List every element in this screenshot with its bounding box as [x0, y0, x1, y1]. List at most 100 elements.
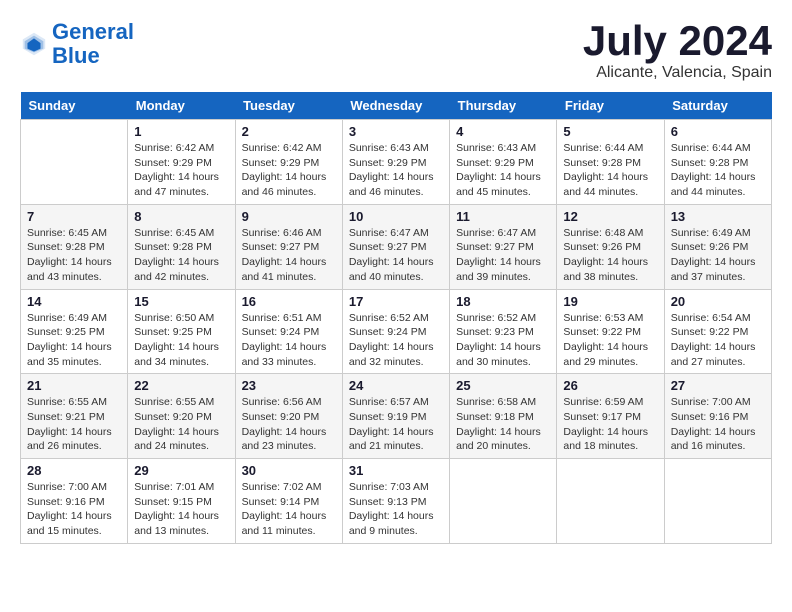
- weekday-header-friday: Friday: [557, 92, 664, 120]
- calendar-cell: 26 Sunrise: 6:59 AMSunset: 9:17 PMDayligh…: [557, 374, 664, 459]
- day-info: Sunrise: 6:56 AMSunset: 9:20 PMDaylight:…: [242, 395, 336, 454]
- calendar-cell: 12Sunrise: 6:48 AMSunset: 9:26 PMDayligh…: [557, 204, 664, 289]
- calendar-week-2: 7 Sunrise: 6:45 AMSunset: 9:28 PMDaylight…: [21, 204, 772, 289]
- day-info: Sunrise: 6:47 AMSunset: 9:27 PMDaylight:…: [456, 226, 550, 285]
- logo-icon: [20, 30, 48, 58]
- weekday-header-wednesday: Wednesday: [342, 92, 449, 120]
- calendar-table: SundayMondayTuesdayWednesdayThursdayFrid…: [20, 92, 772, 544]
- day-number: 2: [242, 124, 336, 139]
- day-number: 29: [134, 463, 228, 478]
- day-info: Sunrise: 6:45 AMSunset: 9:28 PMDaylight:…: [27, 226, 121, 285]
- day-number: 10: [349, 209, 443, 224]
- day-number: 6: [671, 124, 765, 139]
- day-info: Sunrise: 6:55 AMSunset: 9:20 PMDaylight:…: [134, 395, 228, 454]
- calendar-week-4: 21 Sunrise: 6:55 AMSunset: 9:21 PMDayligh…: [21, 374, 772, 459]
- calendar-cell: [21, 120, 128, 205]
- calendar-week-3: 14Sunrise: 6:49 AMSunset: 9:25 PMDayligh…: [21, 289, 772, 374]
- day-info: Sunrise: 6:57 AMSunset: 9:19 PMDaylight:…: [349, 395, 443, 454]
- day-number: 25: [456, 378, 550, 393]
- page-header: General Blue July 2024 Alicante, Valenci…: [20, 20, 772, 82]
- calendar-cell: 20 Sunrise: 6:54 AMSunset: 9:22 PMDayligh…: [664, 289, 771, 374]
- location-subtitle: Alicante, Valencia, Spain: [583, 64, 772, 82]
- day-number: 20: [671, 294, 765, 309]
- calendar-cell: 14Sunrise: 6:49 AMSunset: 9:25 PMDayligh…: [21, 289, 128, 374]
- calendar-cell: 17 Sunrise: 6:52 AMSunset: 9:24 PMDayligh…: [342, 289, 449, 374]
- day-number: 15: [134, 294, 228, 309]
- title-block: July 2024 Alicante, Valencia, Spain: [583, 20, 772, 82]
- day-info: Sunrise: 6:54 AMSunset: 9:22 PMDaylight:…: [671, 311, 765, 370]
- day-info: Sunrise: 6:44 AMSunset: 9:28 PMDaylight:…: [671, 141, 765, 200]
- day-number: 27: [671, 378, 765, 393]
- day-number: 23: [242, 378, 336, 393]
- calendar-cell: 11 Sunrise: 6:47 AMSunset: 9:27 PMDayligh…: [450, 204, 557, 289]
- day-number: 26: [563, 378, 657, 393]
- logo-line1: General: [52, 19, 134, 44]
- day-info: Sunrise: 6:49 AMSunset: 9:25 PMDaylight:…: [27, 311, 121, 370]
- calendar-cell: 30Sunrise: 7:02 AMSunset: 9:14 PMDayligh…: [235, 459, 342, 544]
- weekday-header-monday: Monday: [128, 92, 235, 120]
- weekday-header-thursday: Thursday: [450, 92, 557, 120]
- day-info: Sunrise: 6:52 AMSunset: 9:24 PMDaylight:…: [349, 311, 443, 370]
- day-info: Sunrise: 6:51 AMSunset: 9:24 PMDaylight:…: [242, 311, 336, 370]
- calendar-cell: 7 Sunrise: 6:45 AMSunset: 9:28 PMDaylight…: [21, 204, 128, 289]
- month-title: July 2024: [583, 20, 772, 62]
- day-info: Sunrise: 6:43 AMSunset: 9:29 PMDaylight:…: [349, 141, 443, 200]
- calendar-cell: 23 Sunrise: 6:56 AMSunset: 9:20 PMDayligh…: [235, 374, 342, 459]
- calendar-cell: 22Sunrise: 6:55 AMSunset: 9:20 PMDayligh…: [128, 374, 235, 459]
- weekday-header-row: SundayMondayTuesdayWednesdayThursdayFrid…: [21, 92, 772, 120]
- calendar-cell: 15 Sunrise: 6:50 AMSunset: 9:25 PMDayligh…: [128, 289, 235, 374]
- day-info: Sunrise: 6:43 AMSunset: 9:29 PMDaylight:…: [456, 141, 550, 200]
- calendar-cell: 31 Sunrise: 7:03 AMSunset: 9:13 PMDayligh…: [342, 459, 449, 544]
- calendar-cell: 19Sunrise: 6:53 AMSunset: 9:22 PMDayligh…: [557, 289, 664, 374]
- day-info: Sunrise: 7:00 AMSunset: 9:16 PMDaylight:…: [671, 395, 765, 454]
- day-info: Sunrise: 6:45 AMSunset: 9:28 PMDaylight:…: [134, 226, 228, 285]
- calendar-week-5: 28Sunrise: 7:00 AMSunset: 9:16 PMDayligh…: [21, 459, 772, 544]
- calendar-cell: 29Sunrise: 7:01 AMSunset: 9:15 PMDayligh…: [128, 459, 235, 544]
- calendar-cell: 10 Sunrise: 6:47 AMSunset: 9:27 PMDayligh…: [342, 204, 449, 289]
- day-number: 5: [563, 124, 657, 139]
- calendar-cell: 2 Sunrise: 6:42 AMSunset: 9:29 PMDaylight…: [235, 120, 342, 205]
- day-number: 9: [242, 209, 336, 224]
- day-info: Sunrise: 6:42 AMSunset: 9:29 PMDaylight:…: [134, 141, 228, 200]
- day-number: 11: [456, 209, 550, 224]
- day-number: 28: [27, 463, 121, 478]
- day-number: 7: [27, 209, 121, 224]
- logo-line2: Blue: [52, 43, 100, 68]
- day-info: Sunrise: 6:55 AMSunset: 9:21 PMDaylight:…: [27, 395, 121, 454]
- calendar-cell: 1 Sunrise: 6:42 AMSunset: 9:29 PMDaylight…: [128, 120, 235, 205]
- calendar-cell: 28Sunrise: 7:00 AMSunset: 9:16 PMDayligh…: [21, 459, 128, 544]
- day-number: 1: [134, 124, 228, 139]
- calendar-cell: 9 Sunrise: 6:46 AMSunset: 9:27 PMDaylight…: [235, 204, 342, 289]
- day-info: Sunrise: 6:42 AMSunset: 9:29 PMDaylight:…: [242, 141, 336, 200]
- day-number: 17: [349, 294, 443, 309]
- day-number: 24: [349, 378, 443, 393]
- day-number: 12: [563, 209, 657, 224]
- calendar-cell: 25 Sunrise: 6:58 AMSunset: 9:18 PMDayligh…: [450, 374, 557, 459]
- day-number: 3: [349, 124, 443, 139]
- calendar-cell: 21 Sunrise: 6:55 AMSunset: 9:21 PMDayligh…: [21, 374, 128, 459]
- day-number: 21: [27, 378, 121, 393]
- weekday-header-sunday: Sunday: [21, 92, 128, 120]
- logo: General Blue: [20, 20, 134, 68]
- day-info: Sunrise: 6:52 AMSunset: 9:23 PMDaylight:…: [456, 311, 550, 370]
- calendar-cell: [664, 459, 771, 544]
- day-number: 19: [563, 294, 657, 309]
- calendar-cell: 24 Sunrise: 6:57 AMSunset: 9:19 PMDayligh…: [342, 374, 449, 459]
- day-number: 31: [349, 463, 443, 478]
- calendar-cell: [557, 459, 664, 544]
- calendar-cell: 3 Sunrise: 6:43 AMSunset: 9:29 PMDaylight…: [342, 120, 449, 205]
- day-number: 8: [134, 209, 228, 224]
- day-info: Sunrise: 7:03 AMSunset: 9:13 PMDaylight:…: [349, 480, 443, 539]
- calendar-cell: [450, 459, 557, 544]
- day-number: 18: [456, 294, 550, 309]
- day-number: 30: [242, 463, 336, 478]
- day-info: Sunrise: 6:50 AMSunset: 9:25 PMDaylight:…: [134, 311, 228, 370]
- day-number: 16: [242, 294, 336, 309]
- day-info: Sunrise: 6:58 AMSunset: 9:18 PMDaylight:…: [456, 395, 550, 454]
- calendar-cell: 13Sunrise: 6:49 AMSunset: 9:26 PMDayligh…: [664, 204, 771, 289]
- day-info: Sunrise: 6:47 AMSunset: 9:27 PMDaylight:…: [349, 226, 443, 285]
- calendar-cell: 5Sunrise: 6:44 AMSunset: 9:28 PMDaylight…: [557, 120, 664, 205]
- day-info: Sunrise: 6:46 AMSunset: 9:27 PMDaylight:…: [242, 226, 336, 285]
- day-info: Sunrise: 6:59 AMSunset: 9:17 PMDaylight:…: [563, 395, 657, 454]
- day-info: Sunrise: 6:49 AMSunset: 9:26 PMDaylight:…: [671, 226, 765, 285]
